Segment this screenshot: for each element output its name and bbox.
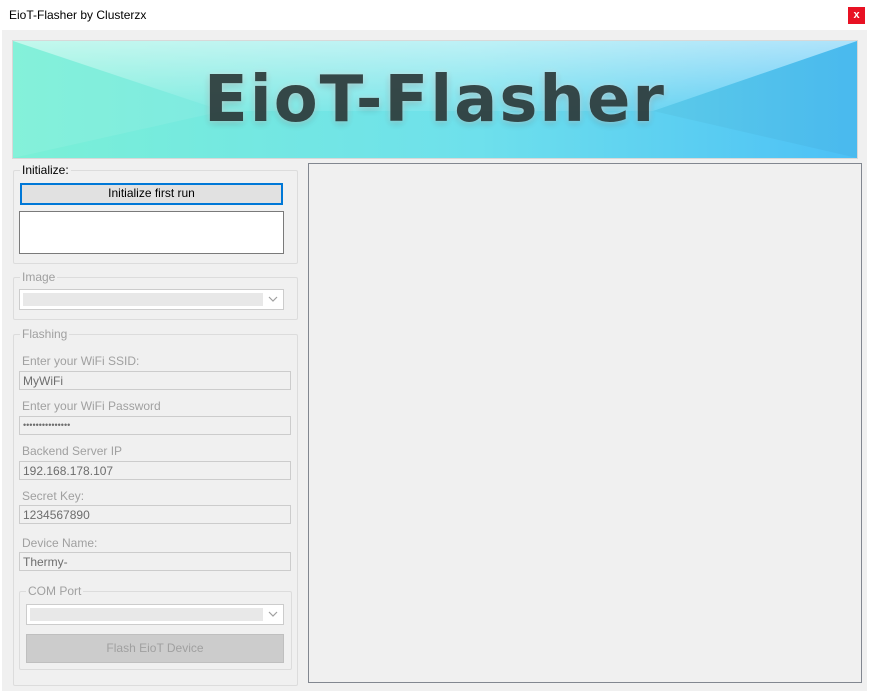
banner-title: EioT-Flasher [204,62,666,137]
initialize-output-box[interactable] [19,211,284,254]
backend-server-ip-label: Backend Server IP [22,444,123,458]
com-port-legend: COM Port [26,584,84,598]
com-port-select-value [30,608,263,621]
image-select-value [23,293,263,306]
wifi-ssid-label: Enter your WiFi SSID: [22,354,140,368]
image-legend: Image [20,270,58,284]
wifi-password-label: Enter your WiFi Password [22,399,161,413]
backend-server-ip-input[interactable]: 192.168.178.107 [19,461,291,480]
initialize-legend: Initialize: [20,163,71,177]
secret-key-label: Secret Key: [22,489,85,503]
banner-image: EioT-Flasher [12,40,858,159]
chevron-down-icon [268,611,278,617]
device-name-label: Device Name: [22,536,98,550]
main-window: EioT-Flasher Initialize: Initialize firs… [2,30,867,691]
log-output-panel[interactable] [308,163,862,683]
com-port-select[interactable] [26,604,284,625]
image-select[interactable] [19,289,284,310]
window-title: EioT-Flasher by Clusterzx [9,8,147,22]
secret-key-input[interactable]: 1234567890 [19,505,291,524]
chevron-down-icon [268,296,278,302]
flash-eiot-device-button[interactable]: Flash EioT Device [26,634,284,663]
wifi-ssid-input[interactable]: MyWiFi [19,371,291,390]
close-button[interactable]: x [848,7,865,24]
wifi-password-input[interactable]: ••••••••••••••• [19,416,291,435]
device-name-input[interactable]: Thermy- [19,552,291,571]
flashing-legend: Flashing [20,327,70,341]
initialize-first-run-button[interactable]: Initialize first run [20,183,283,205]
title-bar: EioT-Flasher by Clusterzx x [0,0,869,30]
